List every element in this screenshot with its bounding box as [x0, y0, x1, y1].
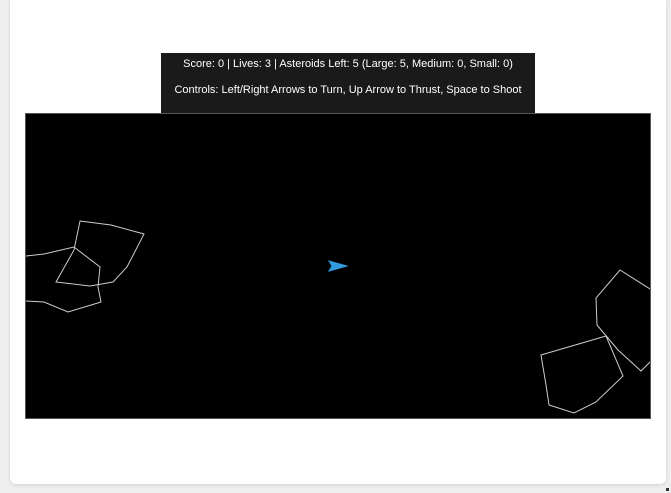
player-ship [327, 260, 349, 272]
corner-mark [666, 488, 669, 491]
asteroid [26, 246, 102, 313]
asteroid [595, 269, 650, 372]
asteroid [55, 220, 145, 287]
controls-help-text: Controls: Left/Right Arrows to Turn, Up … [174, 84, 522, 96]
hud-panel: Score: 0 | Lives: 3 | Asteroids Left: 5 … [161, 53, 535, 113]
asteroid [540, 335, 624, 414]
game-field [26, 220, 650, 414]
game-canvas[interactable] [25, 113, 651, 419]
score-status-text: Score: 0 | Lives: 3 | Asteroids Left: 5 … [183, 58, 513, 70]
